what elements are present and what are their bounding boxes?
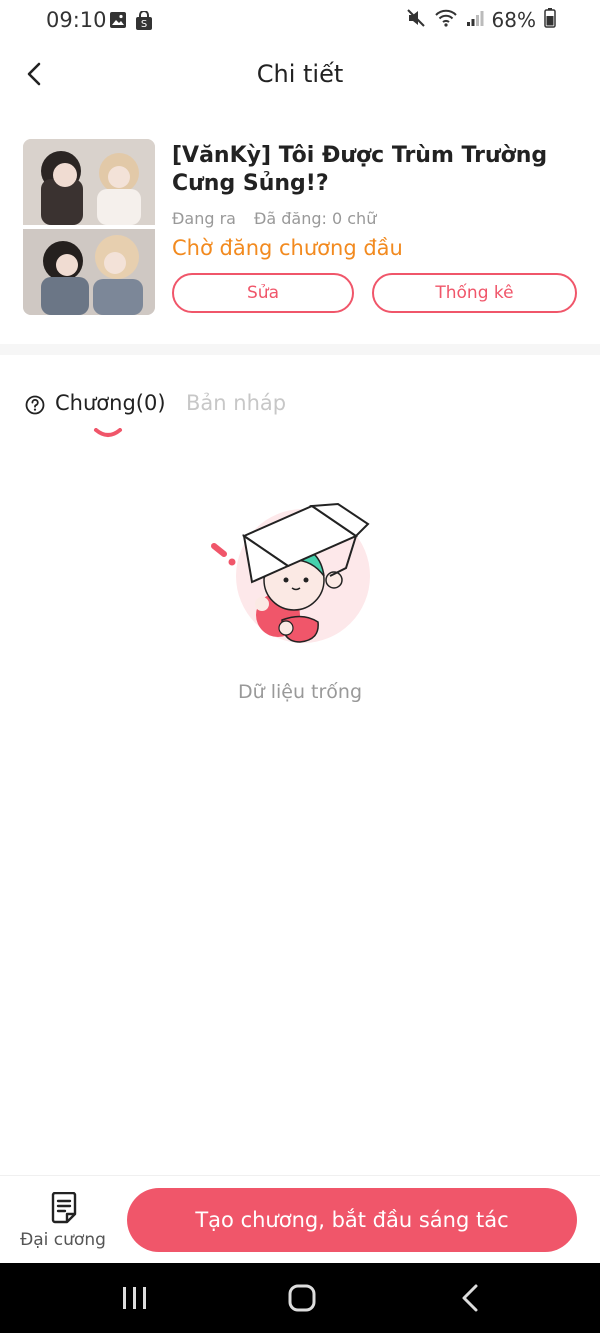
- recents-icon[interactable]: [115, 1283, 155, 1313]
- nav-back-icon[interactable]: [452, 1283, 492, 1313]
- signal-icon: [466, 9, 484, 31]
- outline-button[interactable]: Đại cương: [18, 1190, 108, 1254]
- status-right: 68%: [406, 8, 556, 32]
- page-title: Chi tiết: [256, 60, 344, 88]
- svg-text:S: S: [141, 19, 147, 30]
- section-divider: [0, 344, 600, 355]
- empty-state-illustration: [208, 500, 378, 650]
- create-chapter-button[interactable]: Tạo chương, bắt đầu sáng tác: [127, 1188, 577, 1252]
- battery-level: 68%: [491, 8, 536, 32]
- mute-icon: [406, 8, 426, 32]
- story-title: [VănKỳ] Tôi Được Trùm Trường Cưng Sủng!?: [172, 143, 548, 196]
- stats-button[interactable]: Thống kê: [372, 273, 577, 313]
- outline-label: Đại cương: [20, 1230, 106, 1250]
- image-icon: [109, 11, 127, 35]
- status-bar: 09:10 S 68%: [0, 0, 600, 44]
- active-tab-indicator: [93, 423, 123, 442]
- tab-drafts[interactable]: Bản nháp: [186, 391, 286, 415]
- tab-chapters[interactable]: Chương(0): [55, 391, 166, 415]
- bottom-bar: Đại cương Tạo chương, bắt đầu sáng tác: [0, 1175, 600, 1264]
- header: Chi tiết: [0, 44, 600, 109]
- status-time: 09:10: [46, 8, 107, 32]
- story-card: [VănKỳ] Tôi Được Trùm Trường Cưng Sủng!?…: [0, 108, 600, 344]
- battery-icon: [544, 8, 556, 32]
- story-state: Đang ra: [172, 209, 236, 228]
- empty-state-text: Dữ liệu trống: [237, 681, 363, 703]
- story-word-count: Đã đăng: 0 chữ: [253, 209, 377, 228]
- story-meta: Đang ra Đã đăng: 0 chữ: [172, 209, 376, 228]
- story-cover-image[interactable]: [23, 139, 155, 315]
- status-left-icons: S: [109, 10, 153, 35]
- home-icon[interactable]: [282, 1283, 322, 1313]
- help-icon[interactable]: [25, 395, 45, 415]
- tabs: Chương(0) Bản nháp: [0, 355, 600, 455]
- shopping-bag-icon: S: [135, 10, 153, 35]
- edit-button[interactable]: Sửa: [172, 273, 354, 313]
- document-icon: [50, 1191, 78, 1228]
- story-status: Chờ đăng chương đầu: [172, 236, 403, 260]
- wifi-icon: [434, 8, 458, 32]
- system-nav-bar: [0, 1263, 600, 1333]
